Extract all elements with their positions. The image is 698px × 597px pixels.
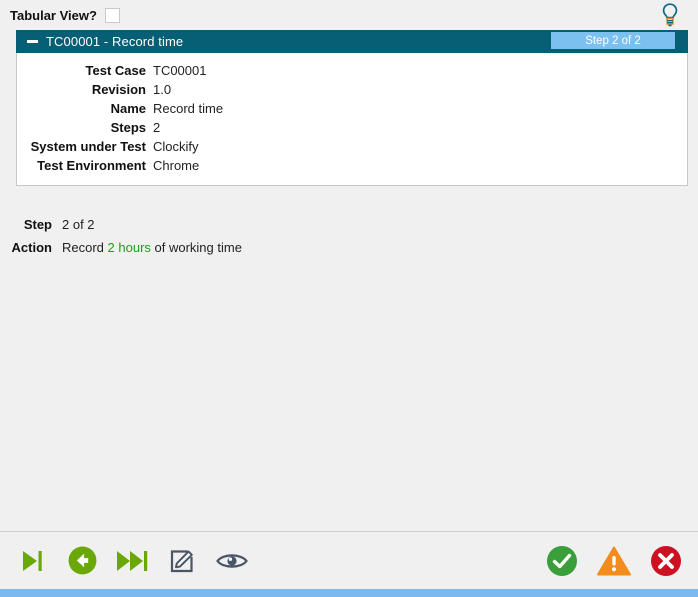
close-circle-icon: [651, 545, 681, 576]
detail-label: Name: [110, 101, 146, 116]
bottom-toolbar: [0, 531, 698, 589]
detail-label: Test Case: [85, 63, 146, 78]
detail-value: Record time: [153, 101, 224, 116]
detail-row-test-environment: Test Environment Chrome: [17, 156, 687, 175]
fail-button[interactable]: [648, 543, 684, 579]
step-forward-icon: [23, 550, 42, 571]
detail-label: Revision: [91, 82, 146, 97]
view-button[interactable]: [214, 543, 250, 579]
step-label: Step: [23, 217, 52, 232]
check-circle-icon: [547, 545, 577, 576]
pass-button[interactable]: [544, 543, 580, 579]
detail-value: 2: [153, 120, 161, 135]
detail-value: Clockify: [153, 139, 199, 154]
detail-label: Steps: [110, 120, 146, 135]
action-value: Record 2 hours of working time: [52, 236, 242, 259]
step-badge[interactable]: Step 2 of 2: [551, 32, 675, 49]
detail-row-test-case: Test Case TC00001: [17, 61, 687, 80]
action-prefix: Record: [62, 240, 108, 255]
tabular-view-label: Tabular View?: [10, 7, 97, 23]
minus-icon[interactable]: [26, 35, 39, 48]
action-label: Action: [11, 240, 52, 255]
test-case-panel-title: TC00001 - Record time: [46, 34, 184, 49]
step-row: Step 2 of 2: [0, 213, 698, 236]
detail-row-revision: Revision 1.0: [17, 80, 687, 99]
detail-row-name: Name Record time: [17, 99, 687, 118]
toolbar-left-group: [14, 543, 250, 579]
warning-button[interactable]: [596, 543, 632, 579]
warning-triangle-icon: [597, 546, 631, 575]
detail-row-steps: Steps 2: [17, 118, 687, 137]
edit-pencil-icon: [170, 549, 193, 572]
detail-label: System under Test: [30, 139, 146, 154]
detail-value: Chrome: [153, 158, 200, 173]
lightbulb-icon[interactable]: [658, 2, 682, 28]
toolbar-right-group: [544, 543, 684, 579]
detail-value: TC00001: [153, 63, 207, 78]
previous-step-button[interactable]: [64, 543, 100, 579]
step-to-end-button[interactable]: [14, 543, 50, 579]
current-step-block: Step 2 of 2 Action Record 2 hours of wor…: [0, 213, 698, 259]
detail-label: Test Environment: [37, 158, 146, 173]
topbar: Tabular View?: [0, 0, 698, 30]
test-case-panel: TC00001 - Record time Step 2 of 2 Test C…: [16, 30, 688, 186]
action-suffix: of working time: [150, 240, 242, 255]
next-step-button[interactable]: [114, 543, 150, 579]
tabular-view-checkbox[interactable]: [104, 7, 120, 23]
detail-value: 1.0: [153, 82, 172, 97]
back-circle-icon: [68, 546, 96, 575]
action-parameter: 2 hours: [107, 240, 151, 255]
fast-forward-icon: [117, 550, 148, 571]
edit-button[interactable]: [164, 543, 200, 579]
bottom-accent-strip: [0, 589, 698, 597]
test-case-details: Test Case TC00001 Revision 1.0 Name Reco…: [17, 53, 687, 185]
test-case-panel-header[interactable]: TC00001 - Record time Step 2 of 2: [16, 30, 688, 53]
action-row: Action Record 2 hours of working time: [0, 236, 698, 259]
detail-row-system-under-test: System under Test Clockify: [17, 137, 687, 156]
eye-icon: [216, 553, 248, 568]
step-value: 2 of 2: [62, 217, 95, 232]
